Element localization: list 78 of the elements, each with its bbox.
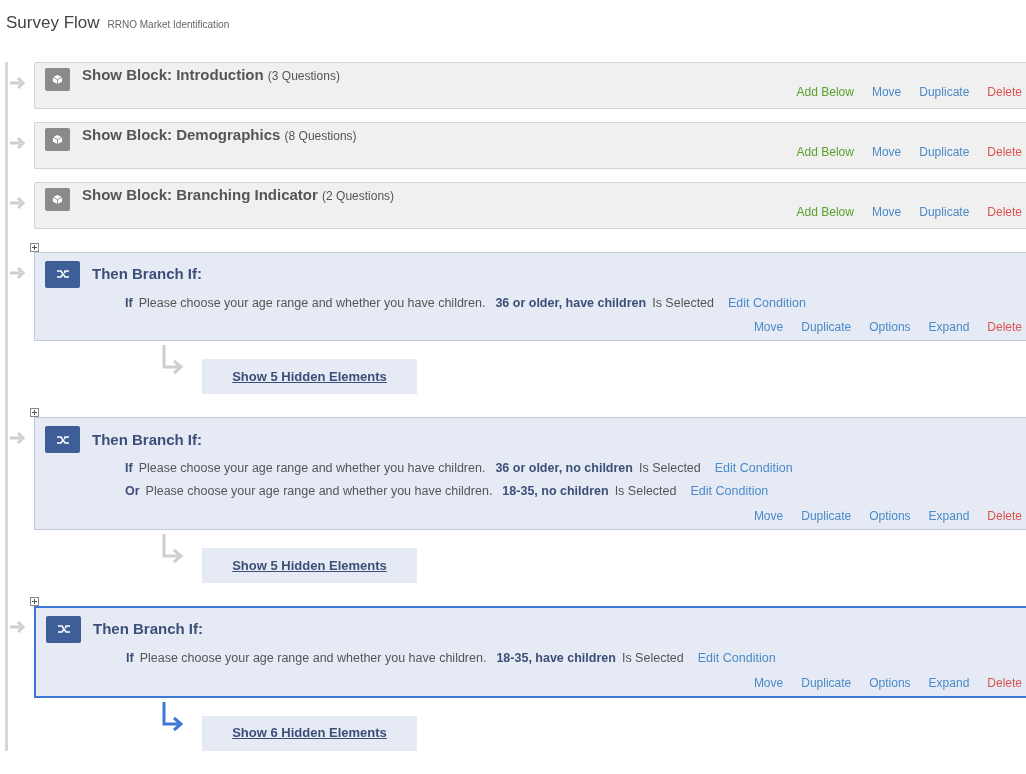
action-link[interactable]: Expand <box>928 318 970 337</box>
page-title: Survey Flow <box>6 12 100 34</box>
action-link[interactable]: Delete <box>987 506 1022 525</box>
branch-icon <box>46 615 81 643</box>
edit-condition-link[interactable]: Edit Condition <box>690 482 769 501</box>
block-title: Show Block: Demographics (8 Questions) <box>82 124 357 145</box>
action-link[interactable]: Delete <box>987 202 1022 221</box>
branch-arrow-icon <box>160 533 186 566</box>
branch-icon <box>45 260 80 288</box>
action-link[interactable]: Delete <box>987 673 1022 692</box>
edit-condition-link[interactable]: Edit Condition <box>714 459 793 478</box>
flow-arrow-icon <box>10 431 26 446</box>
expand-plus-icon[interactable] <box>30 408 39 418</box>
action-link[interactable]: Delete <box>987 318 1022 337</box>
action-link[interactable]: Delete <box>987 142 1022 161</box>
edit-condition-link[interactable]: Edit Condition <box>728 293 806 313</box>
condition-status: Is Selected <box>614 483 677 500</box>
action-link[interactable]: Duplicate <box>919 202 970 221</box>
condition-answer: 18-35, have children <box>496 649 616 667</box>
action-link[interactable]: Options <box>869 506 911 525</box>
branch-title: Then Branch If: <box>92 429 202 450</box>
show-hidden-elements-button[interactable]: Show 5 Hidden Elements <box>202 359 417 395</box>
flow-arrow-icon <box>10 75 26 90</box>
action-link[interactable]: Move <box>871 142 902 161</box>
branch-title: Then Branch If: <box>92 263 202 284</box>
condition-connector: If <box>125 460 133 478</box>
condition-answer: 18-35, no children <box>502 483 609 500</box>
condition-question: Please choose your age range and whether you have children. <box>145 483 493 500</box>
action-link[interactable]: Move <box>753 673 784 692</box>
condition-answer: 36 or older, have children <box>495 294 647 312</box>
condition-connector: Or <box>125 483 140 500</box>
action-link[interactable]: Duplicate <box>801 673 852 692</box>
action-link[interactable]: Duplicate <box>919 82 970 101</box>
action-link[interactable]: Options <box>869 318 911 337</box>
show-hidden-elements-button[interactable]: Show 5 Hidden Elements <box>202 547 417 583</box>
expand-plus-icon[interactable] <box>30 242 39 252</box>
action-link[interactable]: Move <box>753 318 784 337</box>
action-link[interactable]: Duplicate <box>801 318 852 337</box>
branch-card[interactable]: Then Branch If: If Please choose your age range and whether you have children. 36 or older, have children Is Selected Edit Condition Move Duplicate Options Expand Delete <box>34 251 1026 342</box>
branch-title: Then Branch If: <box>93 619 203 639</box>
action-link[interactable]: Add Below <box>796 142 854 161</box>
action-link[interactable]: Move <box>753 506 784 525</box>
expand-plus-icon[interactable] <box>30 596 39 606</box>
cube-icon <box>45 187 70 211</box>
condition-question: Please choose your age range and whether you have children. <box>138 294 486 312</box>
flow-arrow-icon <box>10 619 26 634</box>
condition-status: Is Selected <box>621 649 684 667</box>
action-link[interactable]: Duplicate <box>801 506 852 525</box>
condition-status: Is Selected <box>652 294 714 312</box>
condition-status: Is Selected <box>638 460 701 478</box>
condition-question: Please choose your age range and whether you have children. <box>138 460 486 478</box>
condition-connector: If <box>126 649 134 667</box>
action-link[interactable]: Move <box>871 82 902 101</box>
flow-arrow-icon <box>10 265 26 280</box>
action-link[interactable]: Expand <box>928 673 970 692</box>
condition-connector: If <box>125 294 133 312</box>
survey-name: RRNO Market Identification <box>107 18 230 32</box>
branch-card[interactable] <box>34 417 1026 530</box>
show-hidden-elements-button[interactable]: Show 6 Hidden Elements <box>202 715 417 751</box>
action-link[interactable]: Add Below <box>796 82 854 101</box>
branch-arrow-icon <box>160 701 186 734</box>
block-title: Show Block: Introduction (3 Questions) <box>82 64 340 85</box>
block-title: Show Block: Branching Indicator (2 Questions) <box>82 184 395 205</box>
cube-icon <box>45 127 70 151</box>
action-link[interactable]: Move <box>871 202 902 221</box>
action-link[interactable]: Add Below <box>796 202 854 221</box>
branch-card[interactable]: Then Branch If: If Please choose your age range and whether you have children. 18-35, have children Is Selected Edit Condition Move Duplicate Options Expand Delete <box>34 605 1026 698</box>
branch-icon <box>45 426 80 454</box>
action-link[interactable]: Expand <box>928 506 970 525</box>
edit-condition-link[interactable]: Edit Condition <box>697 648 776 668</box>
action-link[interactable]: Delete <box>987 82 1022 101</box>
action-link[interactable]: Options <box>869 673 911 692</box>
condition-answer: 36 or older, no children <box>495 460 633 478</box>
flow-arrow-icon <box>10 195 26 210</box>
flow-arrow-icon <box>10 135 26 150</box>
cube-icon <box>45 67 70 91</box>
condition-question: Please choose your age range and whether you have children. <box>139 649 487 667</box>
action-link[interactable]: Duplicate <box>919 142 970 161</box>
